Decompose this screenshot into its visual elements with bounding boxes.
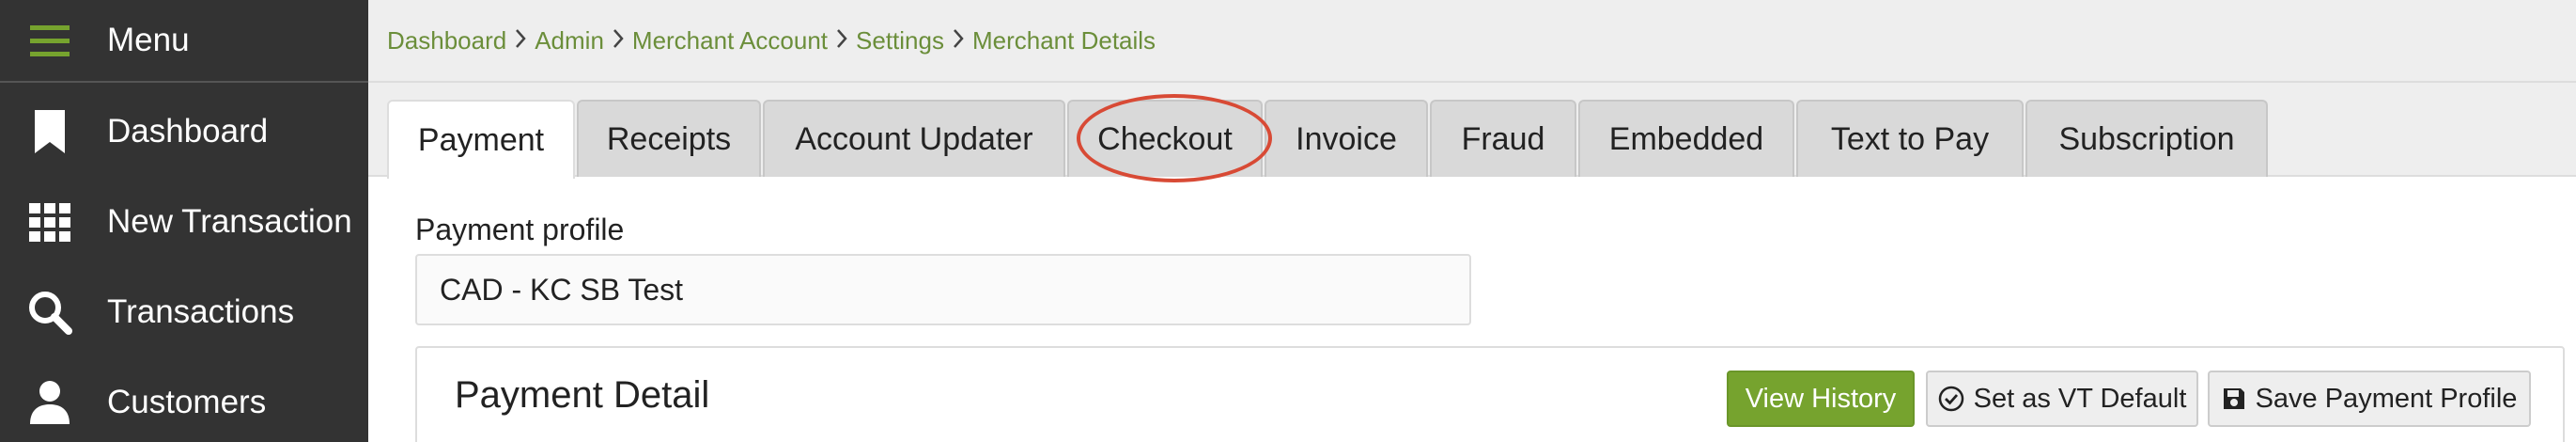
- breadcrumb: Dashboard Admin Merchant Account Setting…: [368, 0, 2576, 83]
- tab-text-to-pay[interactable]: Text to Pay: [1796, 100, 2024, 177]
- chevron-right-icon: [514, 28, 527, 54]
- tab-account-updater[interactable]: Account Updater: [763, 100, 1065, 177]
- tab-embedded[interactable]: Embedded: [1578, 100, 1794, 177]
- payment-detail-panel: Payment Detail View History Set as VT De…: [415, 346, 2565, 442]
- set-vt-default-label: Set as VT Default: [1973, 383, 2187, 414]
- save-payment-profile-label: Save Payment Profile: [2255, 383, 2518, 414]
- tab-invoice[interactable]: Invoice: [1265, 100, 1428, 177]
- user-icon: [26, 379, 73, 426]
- sidebar-item-label: Customers: [107, 384, 267, 420]
- sidebar: Menu Dashboard New Transaction Transacti…: [0, 0, 368, 442]
- sidebar-item-label: New Transaction: [107, 203, 352, 240]
- set-vt-default-button[interactable]: Set as VT Default: [1926, 371, 2198, 427]
- payment-profile-label: Payment profile: [415, 213, 625, 246]
- view-history-button[interactable]: View History: [1727, 371, 1915, 427]
- breadcrumb-dashboard[interactable]: Dashboard: [387, 26, 506, 55]
- sidebar-item-dashboard[interactable]: Dashboard: [0, 87, 368, 177]
- breadcrumb-merchant-account[interactable]: Merchant Account: [632, 26, 828, 55]
- sidebar-item-transactions[interactable]: Transactions: [0, 267, 368, 357]
- sidebar-item-customers[interactable]: Customers: [0, 357, 368, 442]
- search-icon: [26, 289, 73, 336]
- chevron-right-icon: [612, 28, 625, 54]
- sidebar-item-label: Transactions: [107, 293, 295, 330]
- payment-profile-select[interactable]: CAD - KC SB Test: [415, 254, 1471, 325]
- tab-payment[interactable]: Payment: [387, 100, 575, 179]
- tab-bar: Payment Receipts Account Updater Checkou…: [368, 83, 2576, 179]
- check-circle-icon: [1938, 386, 1964, 412]
- chevron-right-icon: [835, 28, 848, 54]
- breadcrumb-admin[interactable]: Admin: [535, 26, 604, 55]
- floppy-disk-icon: [2222, 387, 2246, 411]
- tab-fraud[interactable]: Fraud: [1430, 100, 1576, 177]
- save-payment-profile-button[interactable]: Save Payment Profile: [2208, 371, 2531, 427]
- breadcrumb-merchant-details[interactable]: Merchant Details: [972, 26, 1156, 55]
- hamburger-icon[interactable]: [26, 17, 73, 64]
- sidebar-item-label: Dashboard: [107, 113, 269, 150]
- payment-detail-title: Payment Detail: [455, 374, 710, 416]
- grid-icon: [26, 198, 73, 245]
- main-content: Payment profile CAD - KC SB Test Payment…: [368, 177, 2576, 442]
- tab-subscription[interactable]: Subscription: [2025, 100, 2268, 177]
- bookmark-icon: [26, 108, 73, 155]
- breadcrumb-settings[interactable]: Settings: [856, 26, 944, 55]
- sidebar-item-new-transaction[interactable]: New Transaction: [0, 177, 368, 267]
- menu-label: Menu: [107, 22, 190, 58]
- tab-receipts[interactable]: Receipts: [577, 100, 761, 177]
- menu-toggle[interactable]: Menu: [0, 0, 368, 83]
- tab-checkout[interactable]: Checkout: [1067, 100, 1263, 177]
- chevron-right-icon: [952, 28, 965, 54]
